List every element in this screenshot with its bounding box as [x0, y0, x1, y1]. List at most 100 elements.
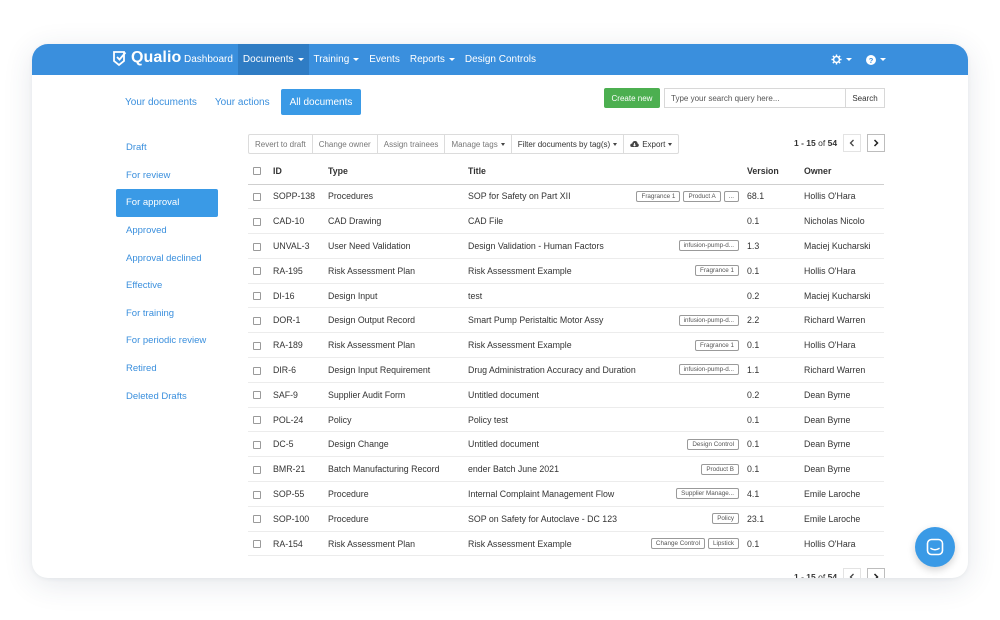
sidebar-item-approved[interactable]: Approved — [116, 217, 218, 245]
cell-id[interactable]: BMR-21 — [273, 456, 328, 483]
table-row[interactable]: UNVAL-3 User Need Validation Design Valida… — [248, 233, 884, 259]
column-header-title[interactable]: Title — [468, 158, 747, 185]
row-checkbox[interactable] — [253, 540, 261, 549]
document-title[interactable]: Drug Administration Accuracy and Duratio… — [468, 365, 636, 375]
cell-title[interactable]: test — [468, 283, 747, 309]
tag-badge[interactable]: infusion-pump-d... — [678, 364, 739, 376]
sidebar-item-effective[interactable]: Effective — [116, 272, 218, 300]
table-row[interactable]: SOP-100 Procedure SOP on Safety for Autocl… — [248, 506, 884, 532]
search-button[interactable]: Search — [845, 88, 885, 108]
row-checkbox[interactable] — [253, 391, 261, 400]
nav-reports[interactable]: Reports — [405, 44, 460, 75]
nav-events[interactable]: Events — [364, 44, 405, 75]
cell-title[interactable]: Policy test — [468, 407, 747, 433]
document-title[interactable]: SOP for Safety on Part XII — [468, 191, 571, 201]
sidebar-item-retired[interactable]: Retired — [116, 355, 218, 383]
select-all-checkbox[interactable] — [253, 167, 261, 176]
tab-all-documents[interactable]: All documents — [280, 89, 362, 115]
revert-to-draft-button[interactable]: Revert to draft — [249, 135, 313, 153]
row-checkbox[interactable] — [253, 267, 261, 276]
document-title[interactable]: Policy test — [468, 415, 508, 425]
cell-title[interactable]: Untitled document — [468, 382, 747, 408]
table-row[interactable]: POL-24 Policy Policy test 0.1 Dean Byrne — [248, 407, 884, 433]
table-row[interactable]: RA-154 Risk Assessment Plan Risk Assessmen… — [248, 531, 884, 557]
tag-badge[interactable]: Fragrance 1 — [636, 190, 681, 202]
document-title[interactable]: Internal Complaint Management Flow — [468, 489, 614, 499]
create-new-button[interactable]: Create new — [604, 88, 660, 108]
row-checkbox[interactable] — [253, 490, 261, 499]
filter-tags-dropdown[interactable]: Filter documents by tag(s) — [512, 135, 625, 153]
nav-training[interactable]: Training — [309, 44, 365, 75]
cell-id[interactable]: DOR-1 — [273, 307, 328, 334]
cell-id[interactable]: CAD-10 — [273, 208, 328, 235]
row-checkbox[interactable] — [253, 515, 261, 524]
prev-page-button[interactable] — [843, 134, 862, 152]
column-header-type[interactable]: Type — [328, 158, 468, 185]
nav-documents[interactable]: Documents — [237, 44, 309, 75]
cell-id[interactable]: RA-195 — [273, 258, 328, 284]
more-tags-button[interactable]: ... — [723, 190, 739, 202]
tag-badge[interactable]: infusion-pump-d... — [678, 314, 739, 326]
help-icon[interactable]: ? — [866, 54, 886, 65]
table-row[interactable]: CAD-10 CAD Drawing CAD File 0.1 Nicholas Nic… — [248, 208, 884, 235]
row-checkbox[interactable] — [253, 217, 261, 226]
column-header-owner[interactable]: Owner — [804, 158, 884, 185]
cell-id[interactable]: UNVAL-3 — [273, 233, 328, 259]
document-title[interactable]: Untitled document — [468, 390, 539, 400]
sidebar-item-draft[interactable]: Draft — [116, 134, 218, 162]
change-owner-button[interactable]: Change owner — [313, 135, 378, 153]
tab-your-documents[interactable]: Your documents — [116, 89, 206, 115]
cell-title[interactable]: Design Validation - Human Factors infusio… — [468, 233, 747, 259]
document-title[interactable]: Risk Assessment Example — [468, 340, 572, 350]
cell-id[interactable]: SOPP-138 — [273, 184, 328, 210]
tag-badge[interactable]: Change Control — [650, 538, 705, 550]
tag-badge[interactable]: Lipstick — [708, 538, 739, 550]
column-header-version[interactable]: Version — [747, 158, 804, 185]
document-title[interactable]: Risk Assessment Example — [468, 539, 572, 549]
sidebar-item-approval-declined[interactable]: Approval declined — [116, 244, 218, 272]
table-row[interactable]: RA-195 Risk Assessment Plan Risk Assessmen… — [248, 258, 884, 284]
cell-title[interactable]: Drug Administration Accuracy and Duratio… — [468, 357, 747, 383]
tag-badge[interactable]: Product A — [683, 190, 721, 202]
table-row[interactable]: DC-5 Design Change Untitled document Design… — [248, 431, 884, 458]
document-title[interactable]: Design Validation - Human Factors — [468, 241, 604, 251]
row-checkbox[interactable] — [253, 317, 261, 326]
cell-id[interactable]: RA-189 — [273, 332, 328, 359]
cell-id[interactable]: DIR-6 — [273, 357, 328, 383]
tag-badge[interactable]: Product B — [701, 463, 739, 475]
row-checkbox[interactable] — [253, 341, 261, 350]
table-row[interactable]: SOP-55 Procedure Internal Complaint Manage… — [248, 481, 884, 507]
tag-badge[interactable]: Fragrance 1 — [695, 265, 739, 277]
cell-id[interactable]: SOP-55 — [273, 481, 328, 507]
table-row[interactable]: DOR-1 Design Output Record Smart Pump Peri… — [248, 307, 884, 334]
row-checkbox[interactable] — [253, 242, 261, 251]
sidebar-item-for-approval[interactable]: For approval — [116, 189, 218, 217]
sidebar-item-deleted-drafts[interactable]: Deleted Drafts — [116, 382, 218, 410]
qualio-logo[interactable]: Qualio — [112, 49, 181, 67]
document-title[interactable]: ender Batch June 2021 — [468, 464, 559, 474]
document-title[interactable]: SOP on Safety for Autoclave - DC 123 — [468, 514, 617, 524]
document-title[interactable]: CAD File — [468, 216, 503, 226]
row-checkbox[interactable] — [253, 441, 261, 450]
table-row[interactable]: BMR-21 Batch Manufacturing Record ender Ba… — [248, 456, 884, 483]
sidebar-item-for-periodic-review[interactable]: For periodic review — [116, 327, 218, 355]
cell-id[interactable]: POL-24 — [273, 407, 328, 433]
tag-badge[interactable]: Design Control — [687, 438, 739, 450]
next-page-button[interactable] — [867, 134, 886, 152]
tag-badge[interactable]: Supplier Manage... — [676, 488, 739, 500]
cell-id[interactable]: DC-5 — [273, 431, 328, 458]
search-input[interactable] — [664, 88, 846, 108]
cell-title[interactable]: Smart Pump Peristaltic Motor Assy infusio… — [468, 307, 747, 334]
cell-id[interactable]: SAF-9 — [273, 382, 328, 408]
row-checkbox[interactable] — [253, 292, 261, 301]
prev-page-button[interactable] — [843, 568, 862, 578]
row-checkbox[interactable] — [253, 366, 261, 375]
table-row[interactable]: DI-16 Design Input test 0.2 Maciej Kucharski — [248, 283, 884, 309]
nav-design-controls[interactable]: Design Controls — [460, 44, 541, 75]
cell-title[interactable]: Internal Complaint Management Flow Suppli… — [468, 481, 747, 507]
document-title[interactable]: Smart Pump Peristaltic Motor Assy — [468, 315, 603, 325]
row-checkbox[interactable] — [253, 465, 261, 474]
cell-title[interactable]: SOP for Safety on Part XII Fragrance 1 Pro… — [468, 184, 747, 210]
tag-badge[interactable]: infusion-pump-d... — [678, 240, 739, 252]
nav-dashboard[interactable]: Dashboard — [179, 44, 238, 75]
